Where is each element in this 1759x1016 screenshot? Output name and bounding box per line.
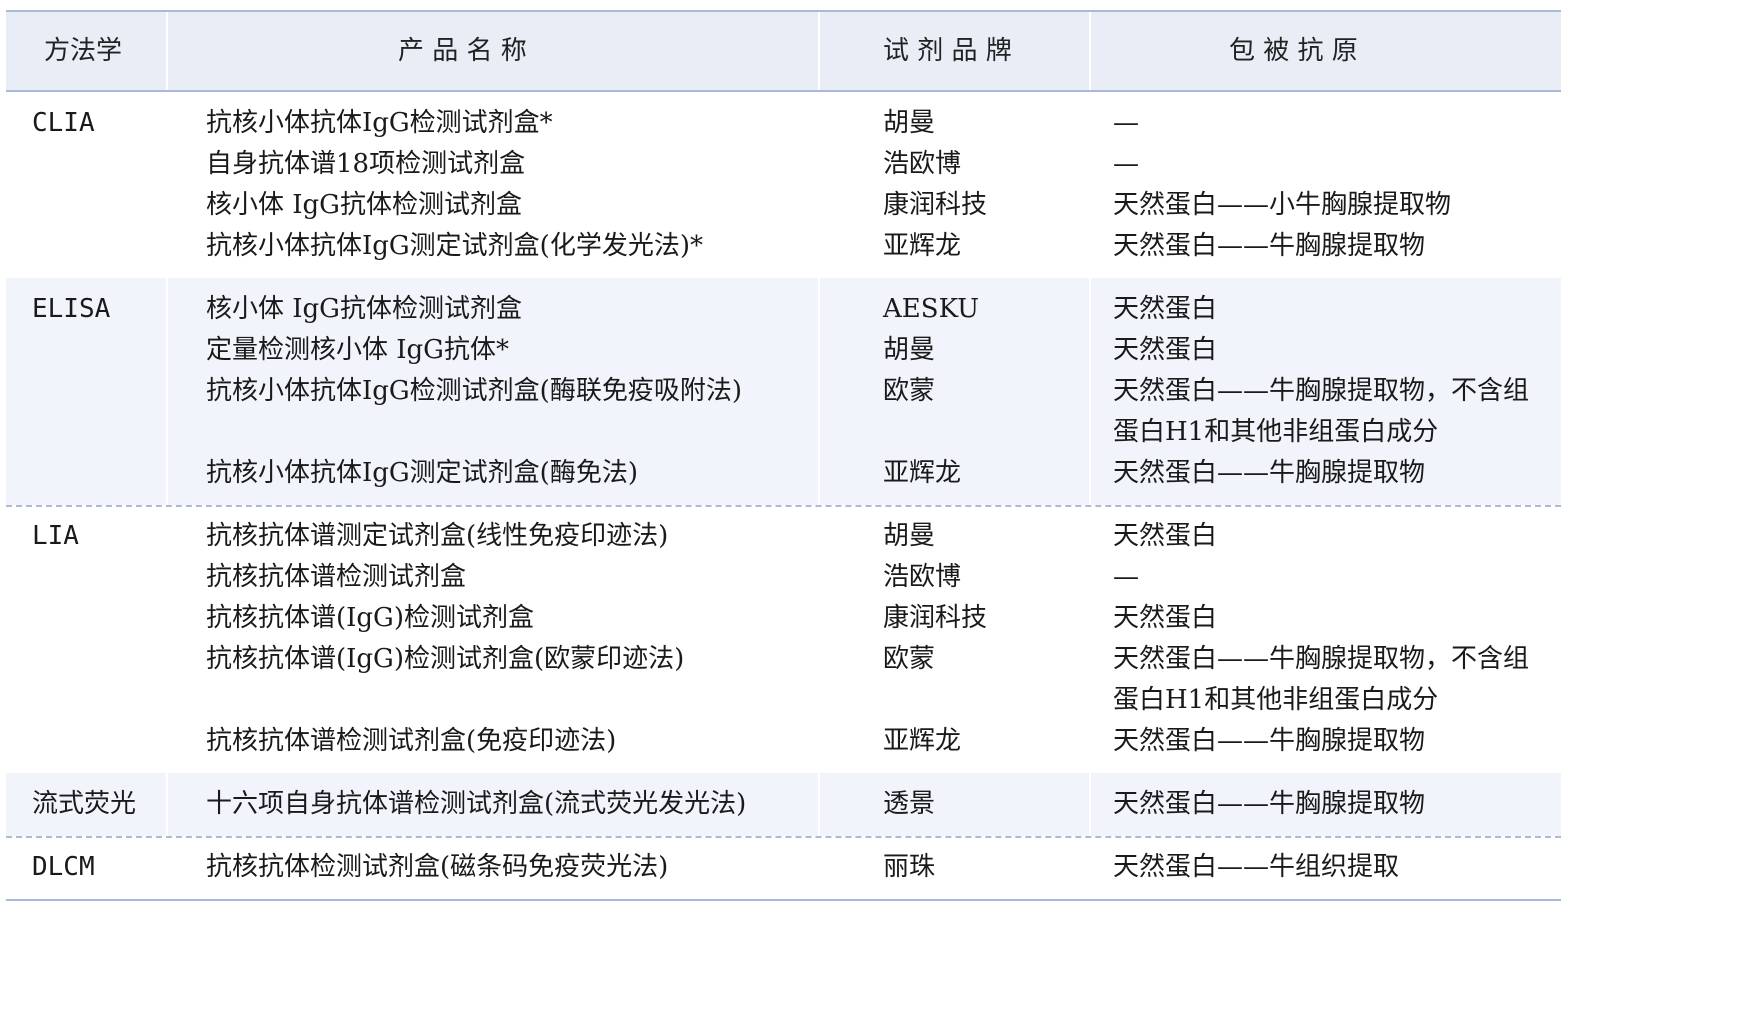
- table-row: 核小体 IgG抗体检测试剂盒 康润科技 天然蛋白——小牛胸腺提取物: [6, 185, 1561, 226]
- coating-antigen-cell: 天然蛋白: [1113, 603, 1218, 633]
- table-row: 核小体 IgG抗体检测试剂盒 AESKU 天然蛋白: [6, 289, 1561, 330]
- product-name-cell: 十六项自身抗体谱检测试剂盒(流式荧光发光法): [206, 789, 747, 819]
- brand-cell: 康润科技: [883, 603, 988, 633]
- brand-cell: 亚辉龙: [883, 726, 962, 756]
- coating-antigen-cell: 天然蛋白——小牛胸腺提取物: [1113, 190, 1452, 220]
- header-method: 方法学: [44, 36, 123, 66]
- header-product-name: 产 品 名 称: [398, 36, 527, 66]
- table-row: 抗核抗体谱测定试剂盒(线性免疫印迹法) 胡曼 天然蛋白: [6, 516, 1561, 557]
- coating-antigen-cell: 天然蛋白——牛胸腺提取物: [1113, 789, 1426, 819]
- coating-antigen-cell: 天然蛋白——牛胸腺提取物，不含组蛋白H1和其他非组蛋白成分: [1113, 376, 1530, 447]
- brand-cell: AESKU: [883, 294, 979, 324]
- coating-antigen-cell: 天然蛋白: [1113, 521, 1218, 551]
- coating-antigen-cell: 天然蛋白——牛组织提取: [1113, 852, 1400, 882]
- coating-antigen-cell: —: [1113, 149, 1139, 179]
- product-name-cell: 抗核抗体检测试剂盒(磁条码免疫荧光法): [206, 852, 669, 882]
- method-group: CLIA 抗核小体抗体IgG检测试剂盒* 胡曼 — 自身抗体谱18项检测试剂盒 浩欧博 — 核…: [6, 92, 1561, 278]
- product-name-cell: 抗核小体抗体IgG检测试剂盒(酶联免疫吸附法): [206, 376, 742, 406]
- table-row: 自身抗体谱18项检测试剂盒 浩欧博 —: [6, 144, 1561, 185]
- brand-cell: 浩欧博: [883, 562, 962, 592]
- method-group: LIA 抗核抗体谱测定试剂盒(线性免疫印迹法) 胡曼 天然蛋白 抗核抗体谱检测试剂盒 浩欧…: [6, 505, 1561, 773]
- table-bottom-rule: [6, 899, 1561, 901]
- table-row: 定量检测核小体 IgG抗体* 胡曼 天然蛋白: [6, 330, 1561, 371]
- product-name-cell: 抗核小体抗体IgG测定试剂盒(酶免法): [206, 458, 638, 488]
- product-name-cell: 抗核抗体谱测定试剂盒(线性免疫印迹法): [206, 521, 669, 551]
- product-name-cell: 抗核抗体谱(IgG)检测试剂盒(欧蒙印迹法): [206, 644, 685, 674]
- brand-cell: 丽珠: [883, 852, 936, 882]
- product-name-cell: 抗核小体抗体IgG检测试剂盒*: [206, 108, 553, 138]
- table-row: 抗核小体抗体IgG测定试剂盒(酶免法) 亚辉龙 天然蛋白——牛胸腺提取物: [6, 453, 1561, 494]
- product-name-cell: 定量检测核小体 IgG抗体*: [206, 335, 509, 365]
- brand-cell: 透景: [883, 789, 936, 819]
- coating-antigen-cell: 天然蛋白: [1113, 294, 1218, 324]
- brand-cell: 欧蒙: [883, 376, 936, 406]
- header-brand: 试 剂 品 牌: [883, 36, 1012, 66]
- column-divider: [166, 12, 168, 90]
- product-name-cell: 抗核抗体谱检测试剂盒(免疫印迹法): [206, 726, 617, 756]
- method-group: ELISA 核小体 IgG抗体检测试剂盒 AESKU 天然蛋白 定量检测核小体 IgG抗…: [6, 278, 1561, 505]
- coating-antigen-cell: 天然蛋白——牛胸腺提取物: [1113, 726, 1426, 756]
- column-divider: [818, 12, 820, 90]
- product-name-cell: 抗核小体抗体IgG测定试剂盒(化学发光法)*: [206, 231, 703, 261]
- table-row: 抗核小体抗体IgG检测试剂盒(酶联免疫吸附法) 欧蒙 天然蛋白——牛胸腺提取物，不含…: [6, 371, 1561, 453]
- brand-cell: 欧蒙: [883, 644, 936, 674]
- product-name-cell: 抗核抗体谱(IgG)检测试剂盒: [206, 603, 534, 633]
- table-header: 方法学 产 品 名 称 试 剂 品 牌 包 被 抗 原: [6, 12, 1561, 92]
- brand-cell: 康润科技: [883, 190, 988, 220]
- table-row: 抗核抗体谱(IgG)检测试剂盒(欧蒙印迹法) 欧蒙 天然蛋白——牛胸腺提取物，不含组…: [6, 639, 1561, 721]
- brand-cell: 浩欧博: [883, 149, 962, 179]
- table-row: 抗核抗体谱(IgG)检测试剂盒 康润科技 天然蛋白: [6, 598, 1561, 639]
- coating-antigen-cell: 天然蛋白——牛胸腺提取物: [1113, 231, 1426, 261]
- table-row: 抗核抗体谱检测试剂盒(免疫印迹法) 亚辉龙 天然蛋白——牛胸腺提取物: [6, 721, 1561, 762]
- product-name-cell: 核小体 IgG抗体检测试剂盒: [206, 190, 522, 220]
- product-name-cell: 抗核抗体谱检测试剂盒: [206, 562, 467, 592]
- table-row: 抗核抗体谱检测试剂盒 浩欧博 —: [6, 557, 1561, 598]
- method-group: DLCM 抗核抗体检测试剂盒(磁条码免疫荧光法) 丽珠 天然蛋白——牛组织提取: [6, 836, 1561, 899]
- brand-cell: 胡曼: [883, 108, 936, 138]
- coating-antigen-cell: 天然蛋白——牛胸腺提取物，不含组蛋白H1和其他非组蛋白成分: [1113, 644, 1530, 715]
- table-row: 十六项自身抗体谱检测试剂盒(流式荧光发光法) 透景 天然蛋白——牛胸腺提取物: [6, 784, 1561, 825]
- column-divider: [1089, 12, 1091, 90]
- header-coating-antigen: 包 被 抗 原: [1229, 36, 1358, 66]
- brand-cell: 胡曼: [883, 521, 936, 551]
- brand-cell: 亚辉龙: [883, 458, 962, 488]
- coating-antigen-cell: —: [1113, 108, 1139, 138]
- table-row: 抗核小体抗体IgG测定试剂盒(化学发光法)* 亚辉龙 天然蛋白——牛胸腺提取物: [6, 226, 1561, 267]
- coating-antigen-cell: 天然蛋白: [1113, 335, 1218, 365]
- product-name-cell: 自身抗体谱18项检测试剂盒: [206, 149, 526, 179]
- product-name-cell: 核小体 IgG抗体检测试剂盒: [206, 294, 522, 324]
- coating-antigen-cell: —: [1113, 562, 1139, 592]
- table-row: 抗核抗体检测试剂盒(磁条码免疫荧光法) 丽珠 天然蛋白——牛组织提取: [6, 847, 1561, 888]
- brand-cell: 亚辉龙: [883, 231, 962, 261]
- brand-cell: 胡曼: [883, 335, 936, 365]
- table-row: 抗核小体抗体IgG检测试剂盒* 胡曼 —: [6, 103, 1561, 144]
- coating-antigen-cell: 天然蛋白——牛胸腺提取物: [1113, 458, 1426, 488]
- data-table: 方法学 产 品 名 称 试 剂 品 牌 包 被 抗 原 CLIA 抗核小体抗体Ig…: [6, 10, 1561, 901]
- method-group: 流式荧光 十六项自身抗体谱检测试剂盒(流式荧光发光法) 透景 天然蛋白——牛胸腺提取物: [6, 773, 1561, 836]
